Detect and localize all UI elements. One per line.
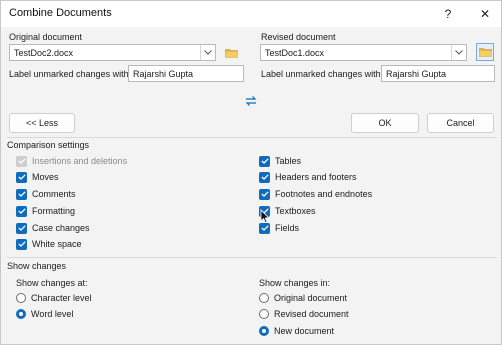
checkbox-headers-footers[interactable]: Headers and footers <box>259 170 357 184</box>
revised-label-input[interactable]: Rajarshi Gupta <box>381 65 495 82</box>
checkbox-tables[interactable]: Tables <box>259 154 301 168</box>
show-changes-header: Show changes <box>7 261 67 271</box>
separator <box>7 257 497 258</box>
checkmark-icon <box>16 171 27 183</box>
radio-label: Revised document <box>274 309 349 319</box>
checkbox-label: Formatting <box>32 206 76 216</box>
chevron-down-icon[interactable] <box>451 45 466 60</box>
swap-arrows-icon[interactable] <box>245 95 257 107</box>
radio-label: New document <box>274 326 335 336</box>
comparison-settings-header: Comparison settings <box>7 140 90 150</box>
less-button[interactable]: << Less <box>9 113 75 133</box>
checkmark-icon <box>16 238 27 250</box>
checkmark-icon <box>16 222 27 234</box>
checkmark-icon <box>16 205 27 217</box>
radio-label: Word level <box>31 309 74 319</box>
radio-circle <box>259 326 269 336</box>
radio-new-document[interactable]: New document <box>259 324 334 338</box>
original-document-header: Original document <box>9 32 83 42</box>
original-label-input[interactable]: Rajarshi Gupta <box>128 65 244 82</box>
checkmark-icon <box>259 155 270 167</box>
checkbox-moves[interactable]: Moves <box>16 170 59 184</box>
checkbox-case-changes[interactable]: Case changes <box>16 221 90 235</box>
dialog-title: Combine Documents <box>9 7 112 19</box>
checkmark-icon <box>259 171 270 183</box>
chevron-down-icon[interactable] <box>200 45 215 60</box>
checkbox-label: Fields <box>275 223 300 233</box>
radio-original-document[interactable]: Original document <box>259 291 347 305</box>
checkbox-label: Textboxes <box>275 206 316 216</box>
revised-document-header: Revised document <box>261 32 336 42</box>
revised-label-caption: Label unmarked changes with: <box>261 69 384 79</box>
radio-circle <box>259 293 269 303</box>
revised-browse-folder-icon[interactable] <box>476 43 494 61</box>
revised-document-value: TestDoc1.docx <box>265 48 325 58</box>
checkmark-icon <box>16 155 27 167</box>
original-document-value: TestDoc2.docx <box>14 48 74 58</box>
original-browse-folder-icon[interactable] <box>223 44 240 61</box>
radio-circle <box>16 293 26 303</box>
checkmark-icon <box>259 188 270 200</box>
mouse-pointer-icon <box>260 209 270 226</box>
checkbox-label: Moves <box>32 172 59 182</box>
checkbox-label: Insertions and deletions <box>32 156 128 166</box>
radio-circle <box>259 309 269 319</box>
radio-revised-document[interactable]: Revised document <box>259 307 349 321</box>
combine-documents-dialog: Combine Documents ? ✕ Original document … <box>0 0 502 345</box>
checkbox-formatting[interactable]: Formatting <box>16 204 75 218</box>
radio-character-level[interactable]: Character level <box>16 291 92 305</box>
checkbox-comments[interactable]: Comments <box>16 187 76 201</box>
radio-word-level[interactable]: Word level <box>16 307 73 321</box>
checkbox-white-space[interactable]: White space <box>16 237 82 251</box>
checkbox-insertions-deletions[interactable]: Insertions and deletions <box>16 154 127 168</box>
checkbox-label: Comments <box>32 189 76 199</box>
checkbox-label: Headers and footers <box>275 172 357 182</box>
close-button[interactable]: ✕ <box>476 5 494 23</box>
cancel-button[interactable]: Cancel <box>427 113 494 133</box>
show-changes-in-label: Show changes in: <box>259 278 331 288</box>
radio-label: Original document <box>274 293 348 303</box>
checkbox-label: Footnotes and endnotes <box>275 189 373 199</box>
checkmark-icon <box>16 188 27 200</box>
revised-document-combo[interactable]: TestDoc1.docx <box>260 44 467 61</box>
original-document-combo[interactable]: TestDoc2.docx <box>9 44 216 61</box>
checkbox-label: White space <box>32 239 82 249</box>
original-label-caption: Label unmarked changes with: <box>9 69 132 79</box>
separator <box>7 137 497 138</box>
show-changes-at-label: Show changes at: <box>16 278 88 288</box>
title-bar: Combine Documents ? ✕ <box>1 1 501 27</box>
help-button[interactable]: ? <box>439 5 457 23</box>
checkbox-label: Case changes <box>32 223 90 233</box>
radio-label: Character level <box>31 293 92 303</box>
radio-circle <box>16 309 26 319</box>
checkbox-footnotes-endnotes[interactable]: Footnotes and endnotes <box>259 187 372 201</box>
checkbox-label: Tables <box>275 156 302 166</box>
ok-button[interactable]: OK <box>351 113 419 133</box>
